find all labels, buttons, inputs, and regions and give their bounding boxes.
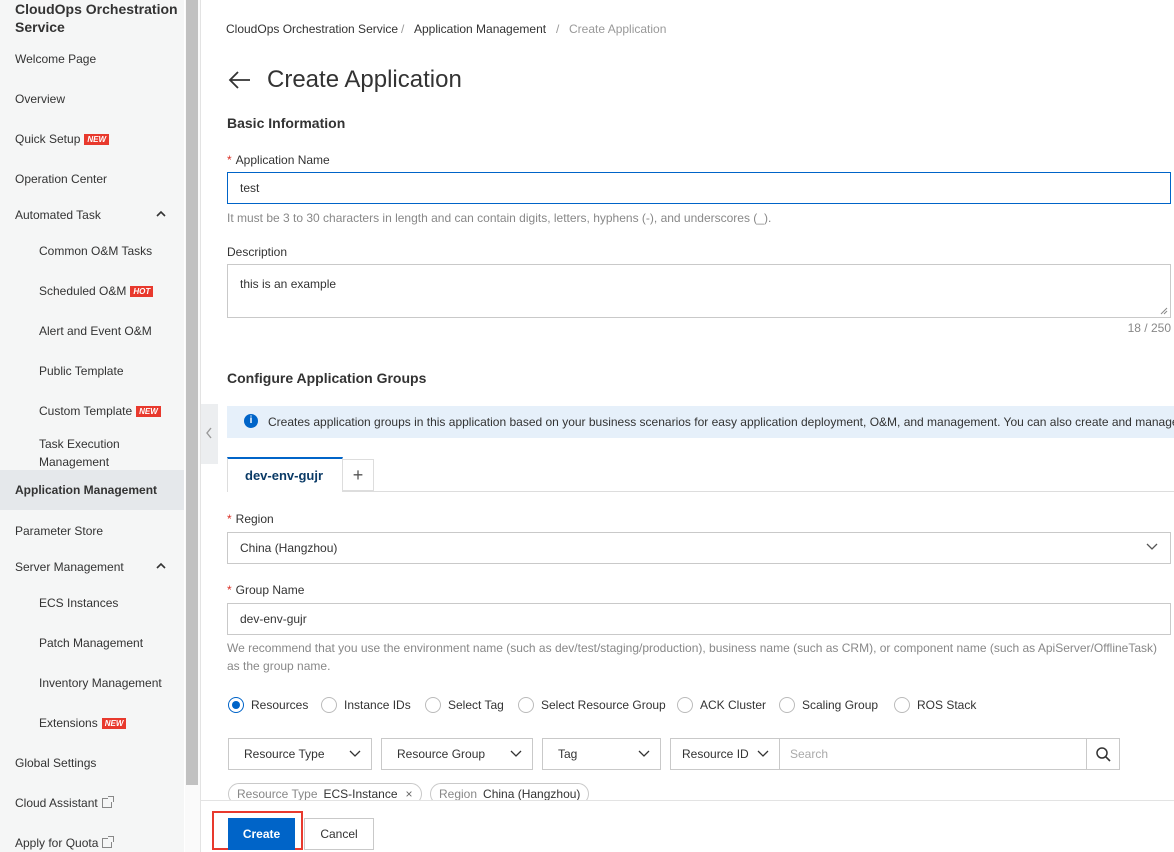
resource-id-select[interactable]: Resource ID [670, 738, 780, 770]
chevron-left-icon [206, 427, 212, 439]
hot-badge: HOT [130, 286, 154, 297]
sidebar-item-patch-management[interactable]: Patch Management [39, 636, 143, 650]
resource-type-select[interactable]: Resource Type [228, 738, 372, 770]
description-label: Description [227, 245, 288, 259]
sidebar-item-cloud-assistant[interactable]: Cloud Assistant [15, 796, 114, 810]
region-label: * Region [227, 512, 274, 526]
breadcrumb-separator: / [401, 22, 405, 36]
sidebar: CloudOps Orchestration Service Welcome P… [0, 0, 184, 852]
radio-instance-ids[interactable]: Instance IDs [321, 697, 411, 713]
cancel-button[interactable]: Cancel [304, 818, 374, 850]
group-name-label: * Group Name [227, 583, 305, 597]
new-badge: NEW [136, 406, 161, 417]
section-heading: Configure Application Groups [227, 370, 427, 386]
radio-ack-cluster[interactable]: ACK Cluster [677, 697, 766, 713]
new-badge: NEW [101, 718, 127, 729]
breadcrumb-current: Create Application [569, 22, 667, 36]
sidebar-item-ecs-instances[interactable]: ECS Instances [39, 596, 118, 610]
required-marker: * [227, 512, 232, 526]
search-button[interactable] [1086, 738, 1120, 770]
sidebar-item-common-om[interactable]: Common O&M Tasks [39, 244, 152, 258]
tag-select[interactable]: Tag [542, 738, 661, 770]
info-icon: i [244, 414, 258, 428]
sidebar-item-custom-template[interactable]: Custom Template NEW [39, 404, 161, 418]
sidebar-item-overview[interactable]: Overview [15, 92, 65, 106]
app-name-help: It must be 3 to 30 characters in length … [227, 211, 772, 225]
radio-select-tag[interactable]: Select Tag [425, 697, 504, 713]
region-select[interactable]: China (Hangzhou) [227, 532, 1171, 564]
radio-ros-stack[interactable]: ROS Stack [894, 697, 976, 713]
sidebar-item-global-settings[interactable]: Global Settings [15, 756, 96, 770]
chevron-up-icon[interactable] [156, 562, 166, 570]
chevron-down-icon [757, 750, 769, 757]
sidebar-item-public-template[interactable]: Public Template [39, 364, 124, 378]
required-marker: * [227, 153, 232, 167]
chevron-down-icon [1146, 543, 1158, 550]
resource-group-select[interactable]: Resource Group [381, 738, 533, 770]
app-name-input[interactable]: test [227, 172, 1171, 204]
app-name-label: * Application Name [227, 153, 330, 167]
close-icon[interactable]: × [406, 787, 413, 801]
sidebar-item-automated-task[interactable]: Automated Task [15, 208, 101, 222]
sidebar-scrollbar[interactable] [185, 0, 200, 852]
search-icon [1096, 747, 1111, 762]
radio-resources[interactable]: Resources [228, 697, 308, 713]
scrollbar-thumb[interactable] [186, 0, 198, 785]
group-name-input[interactable]: dev-env-gujr [227, 603, 1171, 635]
section-heading: Basic Information [227, 115, 346, 131]
collapse-sidebar-button[interactable] [201, 404, 218, 464]
sidebar-item-apply-quota[interactable]: Apply for Quota [15, 836, 115, 850]
sidebar-item-operation-center[interactable]: Operation Center [15, 172, 107, 186]
sidebar-item-alert-event-om[interactable]: Alert and Event O&M [39, 324, 152, 338]
external-link-icon [101, 796, 114, 808]
info-banner: Creates application groups in this appli… [227, 406, 1174, 438]
sidebar-item-scheduled-om[interactable]: Scheduled O&M HOT [39, 284, 154, 298]
breadcrumb-item[interactable]: Application Management [414, 22, 546, 36]
external-link-icon [102, 836, 115, 848]
breadcrumb-item[interactable]: CloudOps Orchestration Service [226, 22, 398, 36]
sidebar-item-inventory-management[interactable]: Inventory Management [39, 676, 162, 690]
chevron-down-icon [638, 750, 650, 757]
breadcrumb-separator: / [556, 22, 560, 36]
search-input[interactable]: Search [779, 738, 1087, 770]
create-button[interactable]: Create [228, 818, 295, 850]
tab-group[interactable]: dev-env-gujr [227, 457, 343, 492]
chevron-down-icon [510, 750, 522, 757]
sidebar-item-task-execution[interactable]: Task Execution Management [39, 435, 120, 471]
tab-bar-line [227, 491, 1174, 492]
page-title: Create Application [267, 66, 462, 93]
sidebar-item-app-management[interactable]: Application Management [0, 470, 184, 510]
description-textarea[interactable]: this is an example [227, 264, 1171, 318]
sidebar-item-server-management[interactable]: Server Management [15, 560, 124, 574]
sidebar-title: CloudOps Orchestration Service [15, 1, 178, 35]
back-arrow-icon[interactable] [228, 70, 252, 90]
resize-handle-icon[interactable] [1160, 307, 1168, 315]
sidebar-item-quick-setup[interactable]: Quick Setup NEW [15, 132, 110, 146]
radio-scaling-group[interactable]: Scaling Group [779, 697, 878, 713]
radio-select-resource-group[interactable]: Select Resource Group [518, 697, 666, 713]
group-name-help: We recommend that you use the environmen… [227, 641, 1157, 673]
chevron-up-icon[interactable] [156, 210, 166, 218]
sidebar-item-welcome[interactable]: Welcome Page [15, 52, 96, 66]
chevron-down-icon [349, 750, 361, 757]
new-badge: NEW [84, 134, 110, 145]
sidebar-item-extensions[interactable]: Extensions NEW [39, 716, 127, 730]
add-tab-button[interactable]: + [342, 459, 374, 491]
sidebar-item-parameter-store[interactable]: Parameter Store [15, 524, 103, 538]
required-marker: * [227, 583, 232, 597]
char-count: 18 / 250 [1127, 321, 1171, 335]
